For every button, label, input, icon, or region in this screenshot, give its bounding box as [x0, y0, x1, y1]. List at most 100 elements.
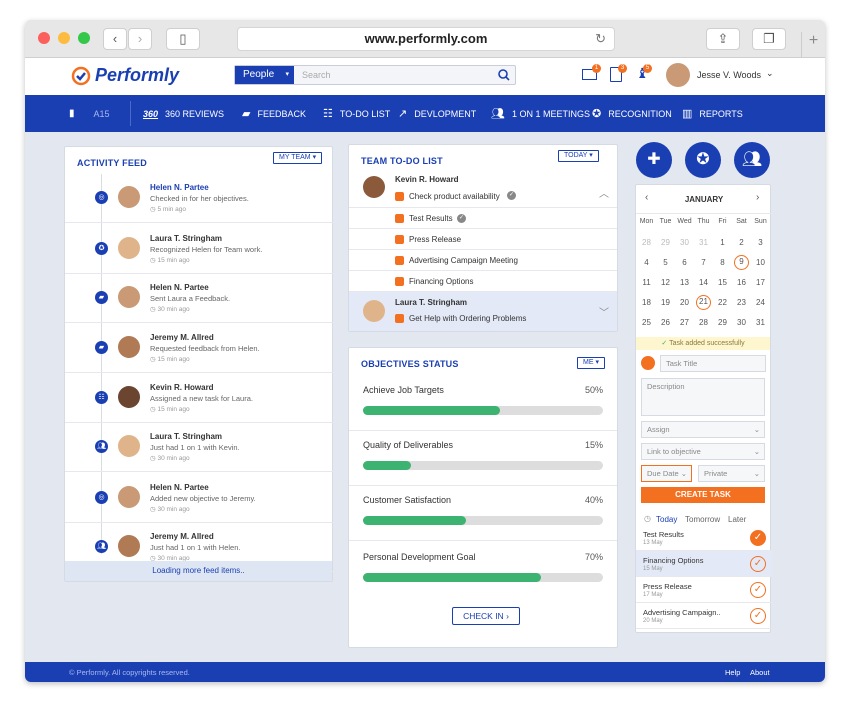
checkin-button[interactable]: CHECK IN › — [452, 607, 520, 625]
calendar-day[interactable]: 31 — [694, 238, 713, 247]
calendar-day[interactable]: 29 — [713, 318, 732, 327]
feed-user-name[interactable]: Jeremy M. Allred — [150, 333, 214, 342]
reload-icon[interactable]: ↻ — [595, 28, 606, 50]
todo-filter-dropdown[interactable]: TODAY ▾ — [558, 150, 599, 162]
next-month-icon[interactable]: › — [756, 192, 759, 203]
close-window-dot[interactable] — [38, 32, 50, 44]
tabs-icon[interactable]: ❐ — [752, 28, 786, 50]
calendar-day[interactable]: 15 — [713, 278, 732, 287]
search-input[interactable]: Search — [302, 66, 331, 84]
sidebar-toggle-icon[interactable]: ▯ — [166, 28, 200, 50]
calendar-day[interactable]: 9 — [734, 255, 749, 270]
back-button[interactable]: ‹ — [103, 28, 127, 50]
objective-item[interactable]: Quality of Deliverables 15% — [349, 440, 617, 486]
app-logo[interactable]: Performly — [71, 65, 179, 86]
tab-today[interactable]: Today — [656, 515, 677, 524]
complete-check-icon[interactable]: ✓ — [750, 530, 766, 546]
help-link[interactable]: Help — [725, 668, 740, 677]
nav-item-recognition[interactable]: ✪ RECOGNITION — [592, 95, 672, 132]
calendar-day[interactable]: 28 — [694, 318, 713, 327]
feed-item[interactable]: ▰ Jeremy M. Allred Requested feedback fr… — [65, 325, 333, 373]
about-link[interactable]: About — [750, 668, 770, 677]
activity-filter-dropdown[interactable]: MY TEAM ▾ — [273, 152, 323, 164]
nav-item-todo[interactable]: ☷ TO-DO LIST — [323, 95, 390, 132]
add-recognition-button[interactable]: ✪ — [685, 142, 721, 178]
feed-user-name[interactable]: Laura T. Stringham — [150, 432, 222, 441]
task-list-item[interactable]: Advertising Campaign.. 20 May ✓ — [636, 603, 772, 629]
calendar-day[interactable]: 20 — [675, 298, 694, 307]
task-list-item[interactable]: Press Release 17 May ✓ — [636, 577, 772, 603]
zoom-window-dot[interactable] — [78, 32, 90, 44]
calendar-day[interactable]: 1 — [713, 238, 732, 247]
calendar-day[interactable]: 28 — [637, 238, 656, 247]
calendar-day[interactable]: 2 — [732, 238, 751, 247]
link-objective-select[interactable]: Link to objective ⌄ — [641, 443, 765, 460]
tab-later[interactable]: Later — [728, 515, 746, 524]
nav-item-a15[interactable]: ▮ A15 — [69, 95, 110, 132]
tab-tomorrow[interactable]: Tomorrow — [685, 515, 720, 524]
calendar-day[interactable]: 6 — [675, 258, 694, 267]
nav-item-360-reviews[interactable]: 360 360 REVIEWS — [143, 95, 224, 132]
todo-task[interactable]: Check product availability — [409, 192, 500, 201]
privacy-select[interactable]: Private ⌄ — [698, 465, 765, 482]
calendar-day[interactable]: 30 — [675, 238, 694, 247]
share-icon[interactable]: ⇪ — [706, 28, 740, 50]
calendar-day[interactable]: 29 — [656, 238, 675, 247]
objective-item[interactable]: Achieve Job Targets 50% — [349, 385, 617, 431]
collapse-chevron-icon[interactable]: ︿ — [599, 185, 609, 200]
feed-user-name[interactable]: Helen N. Partee — [150, 483, 209, 492]
calendar-day[interactable]: 16 — [732, 278, 751, 287]
new-tab-icon[interactable]: + — [801, 32, 825, 58]
feed-user-name[interactable]: Jeremy M. Allred — [150, 532, 214, 541]
user-name[interactable]: Jesse V. Woods — [697, 70, 761, 80]
calendar-day[interactable]: 27 — [675, 318, 694, 327]
complete-check-icon[interactable]: ✓ — [750, 582, 766, 598]
calendar-day[interactable]: 24 — [751, 298, 770, 307]
calendar-day[interactable]: 10 — [751, 258, 770, 267]
calendar-day[interactable]: 30 — [732, 318, 751, 327]
calendar-day[interactable]: 26 — [656, 318, 675, 327]
task-title-input[interactable]: Task Title — [660, 355, 766, 372]
calendar-day[interactable]: 5 — [656, 258, 675, 267]
minimize-window-dot[interactable] — [58, 32, 70, 44]
complete-check-icon[interactable]: ✓ — [750, 608, 766, 624]
add-feedback-button[interactable]: ✚ — [636, 142, 672, 178]
objective-item[interactable]: Personal Development Goal 70% — [363, 552, 603, 592]
feed-item[interactable]: ◎ Helen N. Partee Added new objective to… — [65, 475, 333, 523]
calendar-day[interactable]: 31 — [751, 318, 770, 327]
feed-user-name[interactable]: Kevin R. Howard — [150, 383, 214, 392]
laura-todo-group[interactable]: Laura T. Stringham Get Help with Orderin… — [349, 292, 617, 331]
user-avatar[interactable] — [666, 63, 690, 87]
calendar-day[interactable]: 3 — [751, 238, 770, 247]
feed-user-name[interactable]: Helen N. Partee — [150, 183, 209, 192]
feed-item[interactable]: 👥︎ Laura T. Stringham Just had 1 on 1 wi… — [65, 424, 333, 472]
task-list-item[interactable]: Test Results 13 May ✓ — [636, 525, 772, 551]
calendar-day[interactable]: 25 — [637, 318, 656, 327]
create-task-button[interactable]: CREATE TASK — [641, 487, 765, 503]
feed-item[interactable]: ◎ Helen N. Partee Checked in for her obj… — [65, 175, 333, 223]
calendar-day[interactable]: 23 — [732, 298, 751, 307]
due-date-select[interactable]: Due Date ⌄ — [641, 465, 692, 482]
calendar-day[interactable]: 22 — [713, 298, 732, 307]
feed-item[interactable]: ☷ Kevin R. Howard Assigned a new task fo… — [65, 375, 333, 423]
add-meeting-button[interactable]: 👥︎ — [734, 142, 770, 178]
task-list-item[interactable]: Financing Options 15 May ✓ — [636, 551, 772, 577]
calendar-day[interactable]: 21 — [696, 295, 711, 310]
todo-row[interactable]: Test Results ✓ — [349, 208, 617, 229]
calendar-day[interactable]: 8 — [713, 258, 732, 267]
complete-check-icon[interactable]: ✓ — [750, 556, 766, 572]
feed-user-name[interactable]: Helen N. Partee — [150, 283, 209, 292]
calendar-day[interactable]: 13 — [675, 278, 694, 287]
nav-item-meetings[interactable]: 👥︎ 1 ON 1 MEETINGS — [491, 95, 590, 132]
forward-button[interactable]: › — [128, 28, 152, 50]
feed-item[interactable]: ▰ Helen N. Partee Sent Laura a Feedback.… — [65, 275, 333, 323]
nav-item-development[interactable]: ↗ DEVLOPMENT — [398, 95, 476, 132]
nav-item-feedback[interactable]: ▰ FEEDBACK — [242, 95, 306, 132]
todo-row[interactable]: Press Release — [349, 229, 617, 250]
feed-loading-bar[interactable]: Loading more feed items.. — [65, 561, 332, 581]
search-scope-select[interactable]: People ▾ — [235, 66, 294, 84]
assign-select[interactable]: Assign ⌄ — [641, 421, 765, 438]
search-bar[interactable]: People ▾ Search — [234, 65, 516, 85]
feed-item[interactable]: ✪ Laura T. Stringham Recognized Helen fo… — [65, 226, 333, 274]
nav-item-reports[interactable]: ▥ REPORTS — [682, 95, 743, 132]
